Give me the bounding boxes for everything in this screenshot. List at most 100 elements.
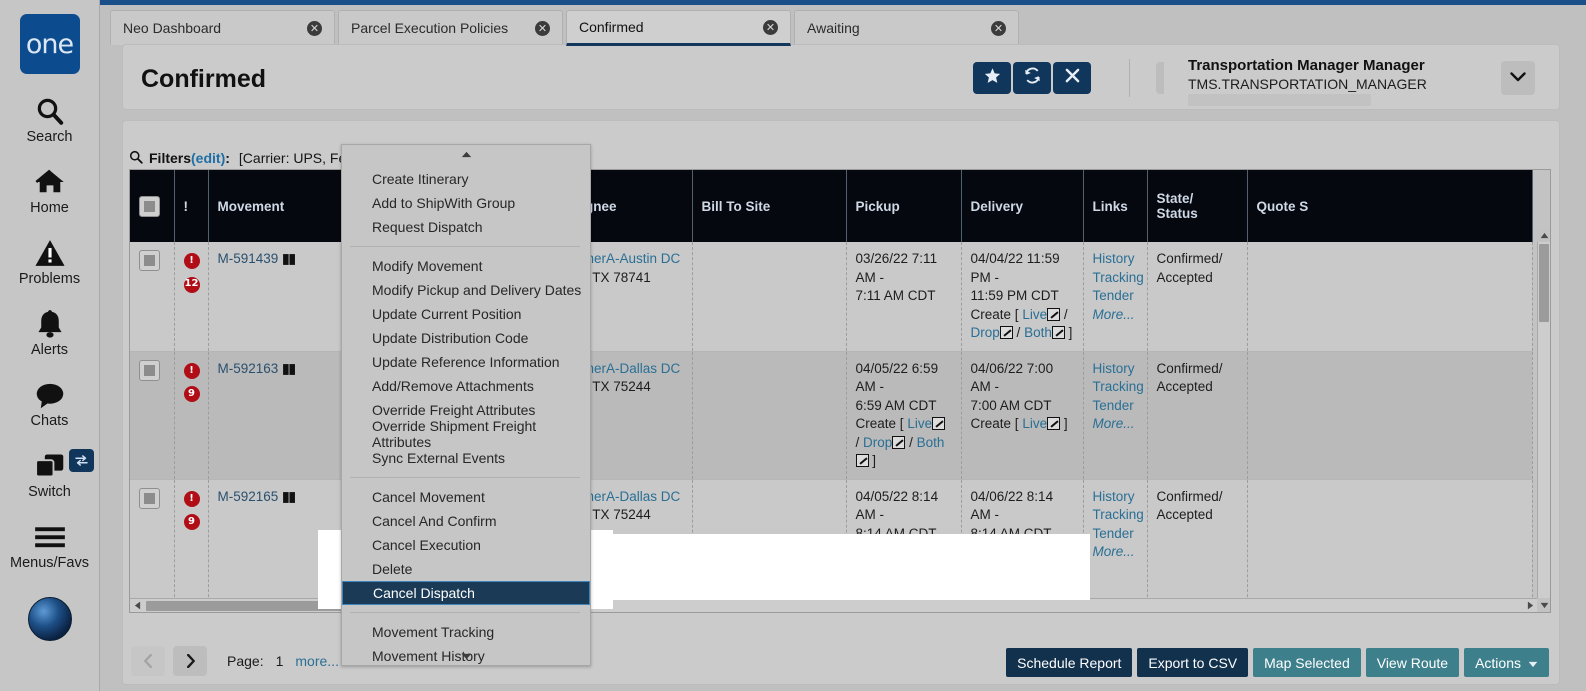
book-icon[interactable]: ▮▮ (282, 251, 295, 266)
tab-parcel-execution-policies[interactable]: Parcel Execution Policies ✕ (338, 10, 563, 45)
edit-pencil-icon[interactable] (932, 417, 945, 430)
tab-neo-dashboard[interactable]: Neo Dashboard ✕ (110, 10, 335, 45)
edit-pencil-icon[interactable] (1047, 417, 1060, 430)
movement-link[interactable]: M-591439 (218, 251, 279, 266)
close-icon[interactable]: ✕ (535, 21, 550, 36)
app-logo[interactable]: one (20, 14, 80, 74)
rail-item-menus-favs[interactable]: Menus/Favs (0, 520, 100, 571)
menu-item-update-reference-information[interactable]: Update Reference Information (342, 350, 590, 374)
menu-item-cancel-dispatch[interactable]: Cancel Dispatch (342, 581, 590, 605)
map-selected-button[interactable]: Map Selected (1253, 648, 1361, 677)
edit-pencil-icon[interactable] (1052, 326, 1065, 339)
menu-item-override-shipment-freight-attributes[interactable]: Override Shipment Freight Attributes (342, 422, 590, 446)
scroll-up-icon[interactable] (1538, 228, 1551, 242)
tender-link[interactable]: Tender (1093, 526, 1134, 541)
row-checkbox[interactable] (139, 488, 160, 509)
more-link[interactable]: More... (1093, 416, 1135, 431)
menu-scroll-down[interactable] (342, 647, 590, 663)
movement-link[interactable]: M-592163 (218, 361, 279, 376)
col-links[interactable]: Links (1083, 170, 1147, 242)
row-context-menu[interactable]: Create Itinerary Add to ShipWith Group R… (341, 144, 591, 666)
user-menu-caret[interactable] (1501, 61, 1535, 95)
tracking-link[interactable]: Tracking (1093, 378, 1138, 397)
menu-item-modify-movement[interactable]: Modify Movement (342, 254, 590, 278)
edit-pencil-icon[interactable] (892, 436, 905, 449)
page-more-link[interactable]: more... (295, 653, 339, 669)
menu-item-update-distribution-code[interactable]: Update Distribution Code (342, 326, 590, 350)
filters-edit-link[interactable]: (edit) (191, 150, 225, 166)
scroll-down-icon[interactable] (1538, 598, 1551, 612)
menu-item-add-to-shipwith-group[interactable]: Add to ShipWith Group (342, 191, 590, 215)
live-link[interactable]: Live (1022, 416, 1047, 431)
switch-toggle-badge[interactable] (69, 449, 94, 472)
col-delivery[interactable]: Delivery (961, 170, 1083, 242)
history-link[interactable]: History (1093, 360, 1138, 379)
col-pickup[interactable]: Pickup (846, 170, 961, 242)
edit-pencil-icon[interactable] (1000, 326, 1013, 339)
edit-pencil-icon[interactable] (856, 454, 869, 467)
menu-item-cancel-and-confirm[interactable]: Cancel And Confirm (342, 509, 590, 533)
export-to-csv-button[interactable]: Export to CSV (1137, 648, 1248, 677)
rail-item-alerts[interactable]: Alerts (0, 307, 100, 358)
refresh-button[interactable] (1013, 62, 1051, 94)
next-page-button[interactable] (173, 646, 207, 676)
tender-link[interactable]: Tender (1093, 288, 1134, 303)
select-all-checkbox[interactable] (139, 196, 160, 217)
tab-awaiting[interactable]: Awaiting ✕ (794, 10, 1019, 45)
rail-item-chats[interactable]: Chats (0, 378, 100, 429)
book-icon[interactable]: ▮▮ (282, 489, 295, 504)
history-link[interactable]: History (1093, 250, 1138, 269)
live-link[interactable]: Live (907, 416, 932, 431)
both-link[interactable]: Both (917, 435, 945, 450)
menu-item-add-remove-attachments[interactable]: Add/Remove Attachments (342, 374, 590, 398)
rail-item-switch[interactable]: Switch (0, 449, 100, 500)
menu-item-cancel-execution[interactable]: Cancel Execution (342, 533, 590, 557)
close-icon[interactable]: ✕ (307, 21, 322, 36)
view-route-button[interactable]: View Route (1366, 648, 1459, 677)
more-link[interactable]: More... (1093, 307, 1135, 322)
rail-item-home[interactable]: Home (0, 165, 100, 216)
drop-link[interactable]: Drop (971, 325, 1000, 340)
prev-page-button[interactable] (131, 646, 165, 676)
more-link[interactable]: More... (1093, 544, 1135, 559)
grid-vertical-scrollbar[interactable] (1537, 242, 1550, 598)
menu-item-modify-pickup-and-delivery-dates[interactable]: Modify Pickup and Delivery Dates (342, 278, 590, 302)
actions-dropdown-button[interactable]: Actions (1464, 648, 1549, 677)
edit-pencil-icon[interactable] (1047, 308, 1060, 321)
menu-item-create-itinerary[interactable]: Create Itinerary (342, 167, 590, 191)
live-link[interactable]: Live (1022, 307, 1047, 322)
both-link[interactable]: Both (1024, 325, 1052, 340)
scroll-right-icon[interactable] (1523, 599, 1537, 612)
book-icon[interactable]: ▮▮ (282, 361, 295, 376)
close-button[interactable] (1053, 62, 1091, 94)
menu-item-update-current-position[interactable]: Update Current Position (342, 302, 590, 326)
row-checkbox[interactable] (139, 250, 160, 271)
favorite-button[interactable] (973, 62, 1011, 94)
rail-item-problems[interactable]: Problems (0, 236, 100, 287)
user-menu[interactable]: Transportation Manager Manager TMS.TRANS… (1164, 53, 1549, 105)
col-state-status[interactable]: State/ Status (1147, 170, 1247, 242)
assistant-orb-icon[interactable] (28, 597, 72, 641)
menu-scroll-up[interactable] (342, 145, 590, 161)
schedule-report-button[interactable]: Schedule Report (1006, 648, 1132, 677)
col-alert[interactable]: ! (174, 170, 208, 242)
close-icon[interactable]: ✕ (763, 20, 778, 35)
menu-item-cancel-movement[interactable]: Cancel Movement (342, 485, 590, 509)
menu-item-delete[interactable]: Delete (342, 557, 590, 581)
row-checkbox[interactable] (139, 360, 160, 381)
filters-bar[interactable]: Filters (edit) : [Carrier: UPS, FedEx, (129, 147, 374, 169)
tender-link[interactable]: Tender (1093, 398, 1134, 413)
col-quote-status[interactable]: Quote S (1247, 170, 1532, 242)
drop-link[interactable]: Drop (863, 435, 892, 450)
tab-confirmed[interactable]: Confirmed ✕ (566, 10, 791, 46)
col-bill-to-site[interactable]: Bill To Site (692, 170, 846, 242)
menu-item-request-dispatch[interactable]: Request Dispatch (342, 215, 590, 239)
scroll-left-icon[interactable] (130, 599, 144, 612)
tracking-link[interactable]: Tracking (1093, 269, 1138, 288)
col-movement[interactable]: Movement (208, 170, 360, 242)
rail-item-search[interactable]: Search (0, 94, 100, 145)
page-number[interactable]: 1 (276, 653, 284, 669)
tracking-link[interactable]: Tracking (1093, 506, 1138, 525)
menu-item-movement-tracking[interactable]: Movement Tracking (342, 620, 590, 644)
history-link[interactable]: History (1093, 488, 1138, 507)
